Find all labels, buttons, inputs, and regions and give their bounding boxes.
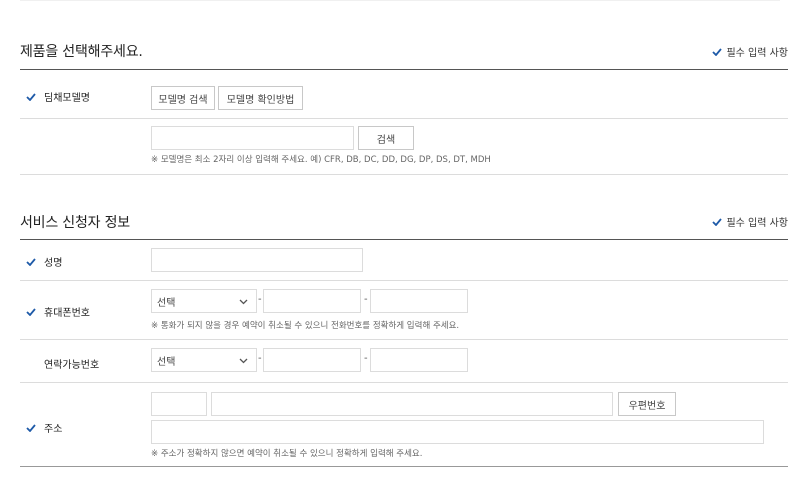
contact-label: 연락가능번호 — [44, 356, 99, 371]
product-section-title: 제품을 선택해주세요. — [20, 44, 143, 60]
contact-last-input[interactable] — [370, 348, 468, 372]
check-icon — [26, 257, 36, 266]
chevron-down-icon — [239, 297, 248, 308]
contact-prefix-select[interactable]: 선택 — [151, 348, 257, 372]
contact-prefix-value: 선택 — [157, 356, 176, 368]
row-divider — [20, 174, 788, 175]
postcode-input[interactable] — [151, 392, 207, 416]
model-name-label-text: 딤채모델명 — [44, 93, 90, 104]
check-icon — [712, 47, 723, 56]
mobile-prefix-value: 선택 — [157, 297, 176, 309]
required-note: 필수 입력 사항 — [712, 44, 788, 59]
contact-middle-input[interactable] — [263, 348, 361, 372]
row-divider — [20, 118, 788, 119]
mobile-last-input[interactable] — [370, 289, 468, 313]
separator: - — [258, 353, 262, 364]
contact-label-text: 연락가능번호 — [44, 360, 100, 371]
address-detail-input[interactable] — [151, 420, 764, 444]
mobile-label: 휴대폰번호 — [26, 304, 90, 319]
required-note-label: 필수 입력 사항 — [726, 218, 788, 229]
model-howto-button[interactable]: 모델명 확인방법 — [218, 86, 303, 110]
search-button[interactable]: 검색 — [358, 126, 414, 150]
separator: - — [258, 294, 262, 305]
mobile-hint: ※ 통화가 되지 않을 경우 예약이 취소될 수 있으니 전화번호를 정확하게 … — [151, 321, 460, 331]
row-divider — [20, 280, 788, 281]
model-search-input[interactable] — [151, 126, 354, 150]
required-note: 필수 입력 사항 — [712, 214, 788, 229]
required-note-label: 필수 입력 사항 — [726, 48, 788, 59]
mobile-prefix-select[interactable]: 선택 — [151, 289, 257, 313]
name-input[interactable] — [151, 248, 363, 272]
product-section-divider — [20, 69, 788, 70]
check-icon — [26, 423, 36, 432]
mobile-label-text: 휴대폰번호 — [44, 308, 90, 319]
model-search-button[interactable]: 모델명 검색 — [151, 86, 215, 110]
top-divider — [20, 0, 780, 1]
address-label: 주소 — [26, 420, 62, 435]
name-label-text: 성명 — [44, 258, 63, 269]
address-label-text: 주소 — [44, 424, 63, 435]
address-hint: ※ 주소가 정확하지 않으면 예약이 취소될 수 있으니 정확하게 입력해 주세… — [151, 449, 423, 459]
row-divider — [20, 382, 788, 383]
chevron-down-icon — [239, 356, 248, 367]
mobile-middle-input[interactable] — [263, 289, 361, 313]
postcode-button[interactable]: 우편번호 — [618, 392, 676, 416]
separator: - — [364, 294, 368, 305]
model-search-hint: ※ 모델명은 최소 2자리 이상 입력해 주세요. 예) CFR, DB, DC… — [151, 155, 491, 165]
applicant-section-title: 서비스 신청자 정보 — [20, 215, 130, 231]
separator: - — [364, 353, 368, 364]
check-icon — [712, 217, 723, 226]
row-divider — [20, 339, 788, 340]
check-icon — [26, 307, 36, 316]
form-bottom-divider — [20, 466, 788, 467]
check-icon — [26, 92, 36, 101]
applicant-section-divider — [20, 239, 788, 240]
model-name-label: 딤채모델명 — [26, 89, 90, 104]
name-label: 성명 — [26, 254, 62, 269]
address-input[interactable] — [211, 392, 613, 416]
